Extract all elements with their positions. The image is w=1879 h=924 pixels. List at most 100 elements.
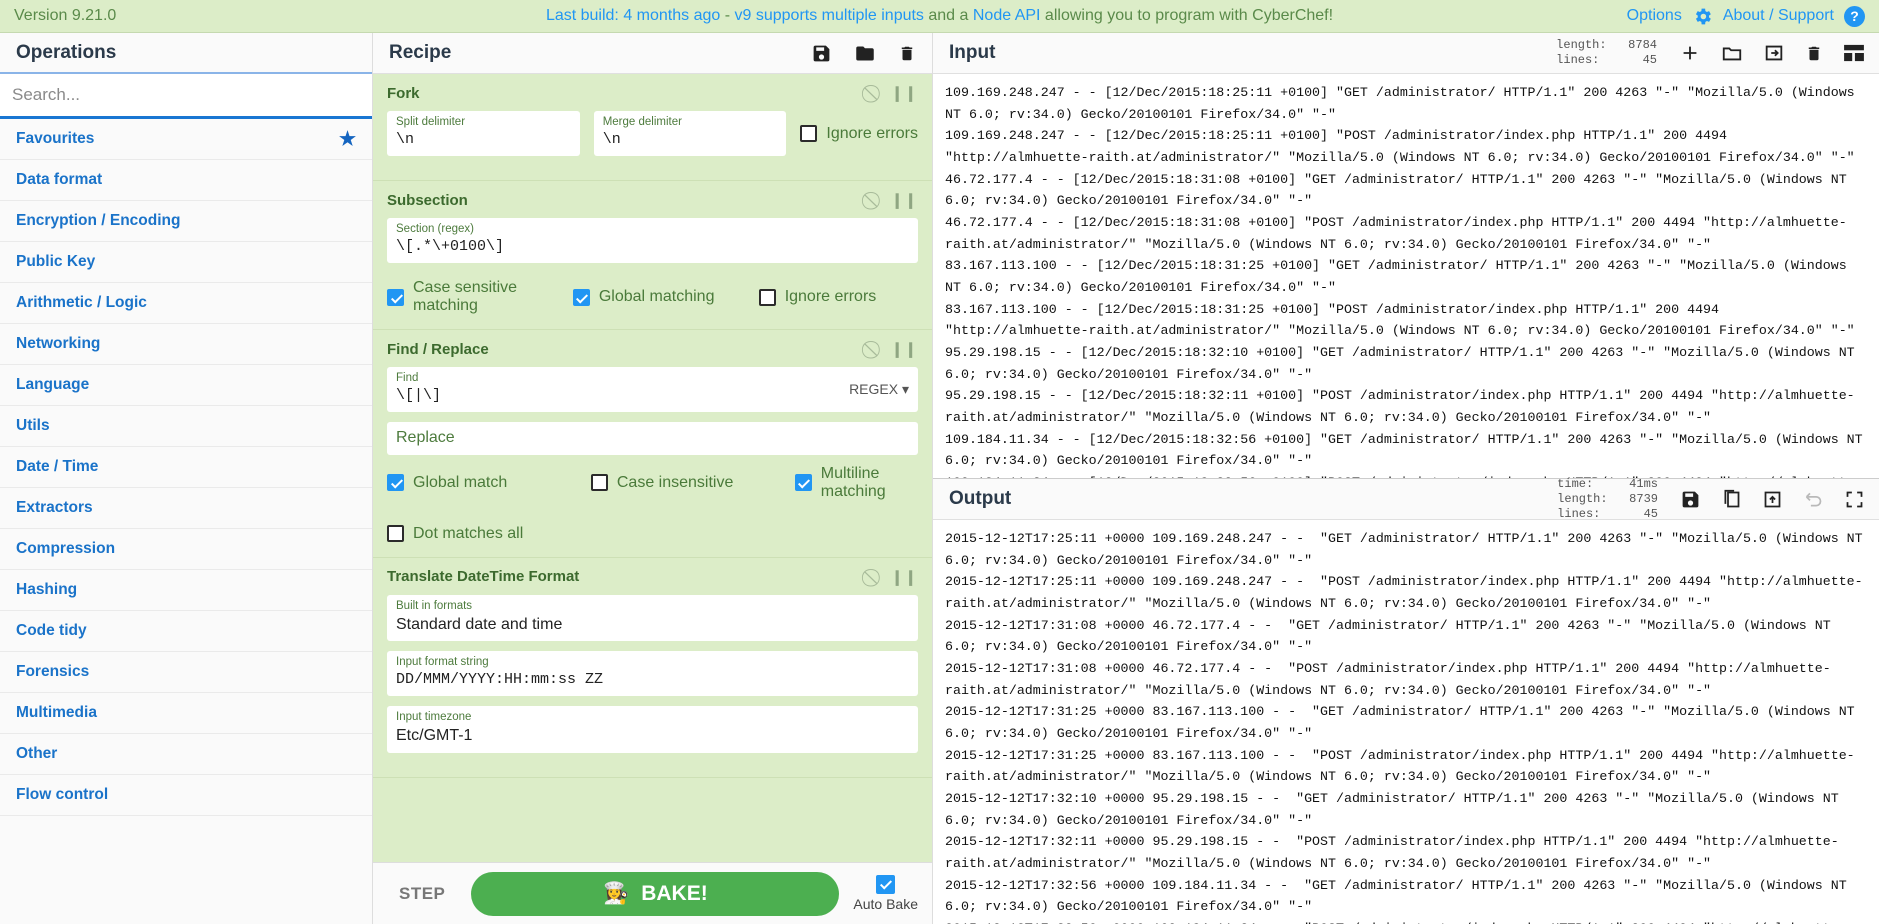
trash-icon[interactable] <box>898 43 916 64</box>
arg-field-built-in-formats[interactable]: Built in formats Standard date and time <box>387 594 918 642</box>
recipe-operation-translate-datetime-format[interactable]: Translate DateTime Format⃠❙❙ Built in for… <box>373 558 932 778</box>
tab-layout-icon[interactable] <box>1843 44 1865 62</box>
checkbox-global-matching[interactable]: Global matching <box>572 288 759 306</box>
operations-category-networking[interactable]: Networking <box>0 324 372 365</box>
build-notice-link-0[interactable]: Last build: 4 months ago <box>546 7 720 24</box>
checkbox-box[interactable] <box>387 525 404 543</box>
operations-category-language[interactable]: Language <box>0 365 372 406</box>
checkbox-box[interactable] <box>387 288 404 306</box>
arg-label: Merge delimiter <box>602 116 682 128</box>
folder-icon[interactable] <box>854 43 876 64</box>
breakpoint-pause-icon[interactable]: ❙❙ <box>891 191 918 209</box>
operation-arg-row: Find \[|\] REGEX ▾ <box>387 367 918 413</box>
operations-category-encryption-encoding[interactable]: Encryption / Encoding <box>0 201 372 242</box>
recipe-operation-list: Fork⃠❙❙ Split delimiter \n Merge delimiter \… <box>373 74 932 862</box>
input-meta: length: 8784 lines: 45 <box>1556 38 1657 67</box>
replace-input-icon[interactable] <box>1762 489 1783 510</box>
arg-field-replace[interactable]: Replace <box>387 422 918 455</box>
operations-category-extractors[interactable]: Extractors <box>0 488 372 529</box>
copy-output-icon[interactable] <box>1721 489 1742 510</box>
arg-field-merge-delimiter[interactable]: Merge delimiter \n <box>593 111 787 157</box>
build-notice-link-2[interactable]: v9 supports multiple inputs <box>735 7 924 24</box>
auto-bake-checkbox[interactable] <box>876 875 896 894</box>
checkbox-box[interactable] <box>590 474 608 492</box>
checkbox-box[interactable] <box>572 288 590 306</box>
gear-icon[interactable] <box>1692 6 1713 27</box>
input-textarea[interactable]: 109.169.248.247 - - [12/Dec/2015:18:25:1… <box>933 74 1879 479</box>
breakpoint-pause-icon[interactable]: ❙❙ <box>891 84 918 102</box>
checkbox-box[interactable] <box>758 288 776 306</box>
recipe-operation-fork[interactable]: Fork⃠❙❙ Split delimiter \n Merge delimiter \… <box>373 74 932 182</box>
breakpoint-pause-icon[interactable]: ❙❙ <box>891 568 918 586</box>
open-file-as-input-icon[interactable] <box>1763 42 1785 64</box>
operations-category-hashing[interactable]: Hashing <box>0 570 372 611</box>
maximise-icon[interactable] <box>1844 489 1865 510</box>
arg-value[interactable]: Replace <box>396 427 909 449</box>
operations-category-date-time[interactable]: Date / Time <box>0 447 372 488</box>
operation-title: Find / Replace <box>387 340 489 358</box>
recipe-toolbar <box>811 43 916 64</box>
arg-value[interactable]: DD/MMM/YYYY:HH:mm:ss ZZ <box>396 670 909 690</box>
add-input-icon[interactable] <box>1679 42 1701 64</box>
operations-category-flow-control[interactable]: Flow control <box>0 775 372 816</box>
arg-field-input-timezone[interactable]: Input timezone Etc/GMT-1 <box>387 706 918 753</box>
about-support-link[interactable]: About / Support <box>1723 7 1834 25</box>
recipe-operation-find-replace[interactable]: Find / Replace⃠❙❙ Find\[|\]REGEX ▾ Replace… <box>373 330 932 558</box>
arg-field-section-regex[interactable]: Section (regex) \[.*\+0100\] <box>387 218 918 264</box>
step-button[interactable]: STEP <box>387 876 457 912</box>
operations-category-favourites[interactable]: Favourites ★ <box>0 119 372 160</box>
clear-io-icon[interactable] <box>1805 43 1823 64</box>
checkbox-case-insensitive[interactable]: Case insensitive <box>590 474 795 492</box>
checkbox-multiline-matching[interactable]: Multiline matching <box>794 465 918 501</box>
checkbox-box[interactable] <box>387 474 404 492</box>
build-notice-link-4[interactable]: Node API <box>973 7 1041 24</box>
output-textarea[interactable]: 2015-12-12T17:25:11 +0000 109.169.248.24… <box>933 520 1879 924</box>
search-input[interactable] <box>0 74 372 116</box>
recipe-operation-subsection[interactable]: Subsection⃠❙❙ Section (regex)\[.*\+0100\]… <box>373 181 932 331</box>
checkbox-box[interactable] <box>794 474 812 492</box>
operations-category-public-key[interactable]: Public Key <box>0 242 372 283</box>
undo-icon[interactable] <box>1803 489 1824 510</box>
question-mark-icon[interactable]: ? <box>1844 5 1865 27</box>
checkbox-ignore-errors[interactable]: Ignore errors <box>758 288 876 306</box>
operation-header: Subsection⃠❙❙ <box>387 191 918 210</box>
arg-value[interactable]: \[|\] <box>396 386 841 406</box>
bake-button[interactable]: 👩‍🍳 BAKE! <box>471 871 840 916</box>
arg-field-find[interactable]: Find \[|\] REGEX ▾ <box>387 367 918 413</box>
checkbox-dot-matches-all[interactable]: Dot matches all <box>387 525 523 543</box>
breakpoint-pause-icon[interactable]: ❙❙ <box>891 340 918 358</box>
operations-category-forensics[interactable]: Forensics <box>0 652 372 693</box>
arg-value[interactable]: \n <box>396 130 571 150</box>
save-output-icon[interactable] <box>1680 489 1701 510</box>
arg-value[interactable]: \n <box>603 130 778 150</box>
category-label: Language <box>16 376 90 393</box>
arg-field-split-delimiter[interactable]: Split delimiter \n <box>387 111 580 157</box>
auto-bake-toggle[interactable]: Auto Bake <box>853 875 918 912</box>
operations-category-compression[interactable]: Compression <box>0 529 372 570</box>
star-icon[interactable]: ★ <box>339 128 356 151</box>
operations-category-code-tidy[interactable]: Code tidy <box>0 611 372 652</box>
operations-category-other[interactable]: Other <box>0 734 372 775</box>
category-label: Utils <box>16 417 50 434</box>
open-folder-icon[interactable] <box>1721 42 1743 64</box>
build-notice-text-3: and a <box>923 7 973 24</box>
operations-category-data-format[interactable]: Data format <box>0 160 372 201</box>
operations-category-arithmetic-logic[interactable]: Arithmetic / Logic <box>0 283 372 324</box>
operation-header: Find / Replace⃠❙❙ <box>387 340 918 359</box>
options-link[interactable]: Options <box>1627 7 1682 25</box>
arg-field-input-format-string[interactable]: Input format string DD/MMM/YYYY:HH:mm:ss … <box>387 651 918 697</box>
arg-value[interactable]: Standard date and time <box>396 614 909 636</box>
operations-category-utils[interactable]: Utils <box>0 406 372 447</box>
checkbox-box[interactable] <box>800 125 818 143</box>
arg-value[interactable]: \[.*\+0100\] <box>396 237 909 257</box>
save-icon[interactable] <box>811 43 832 64</box>
arg-value[interactable]: Etc/GMT-1 <box>396 725 909 747</box>
checkbox-global-match[interactable]: Global match <box>387 474 591 492</box>
output-header: Output time: 41ms length: 8739 lines: 45 <box>933 477 1879 521</box>
checkbox-case-sensitive-matching[interactable]: Case sensitive matching <box>387 279 573 315</box>
operations-category-multimedia[interactable]: Multimedia <box>0 693 372 734</box>
checkbox-ignore-errors[interactable]: Ignore errors <box>800 125 918 143</box>
build-notice-text-1: - <box>720 7 735 24</box>
arg-type-dropdown[interactable]: REGEX ▾ <box>841 381 909 398</box>
operation-title: Translate DateTime Format <box>387 568 580 586</box>
